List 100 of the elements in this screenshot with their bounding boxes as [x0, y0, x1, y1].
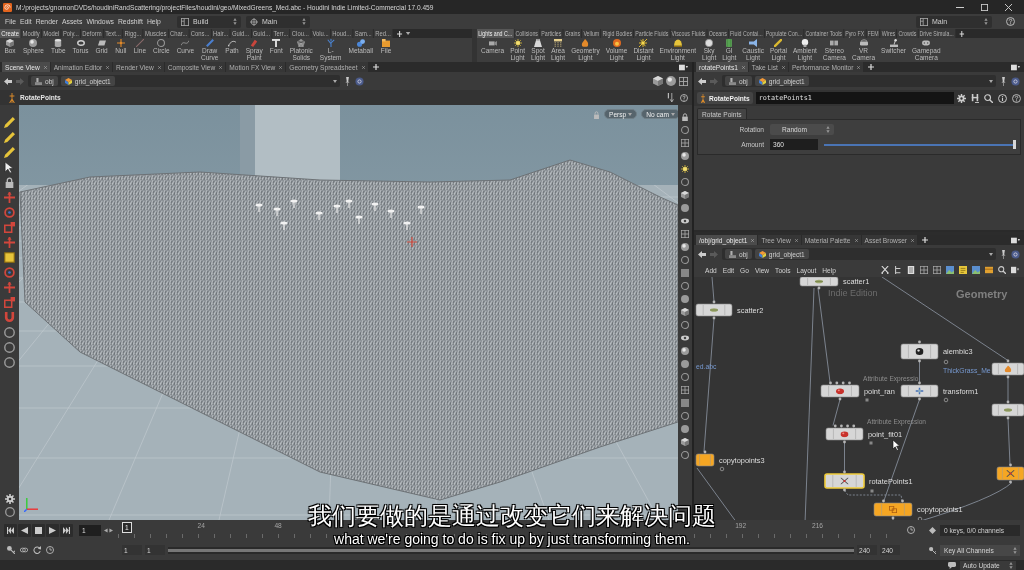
ring-icon[interactable] [4, 342, 15, 353]
clock-icon[interactable] [907, 526, 915, 534]
close-icon[interactable] [106, 65, 110, 69]
sun-icon[interactable] [681, 165, 689, 173]
eye-icon[interactable] [681, 217, 689, 225]
rotate-icon[interactable] [4, 267, 15, 278]
cube-icon[interactable] [681, 191, 689, 199]
plus-icon[interactable] [372, 64, 379, 70]
scissors-icon[interactable] [881, 266, 889, 274]
network-node[interactable] [820, 381, 860, 401]
ring-icon[interactable] [4, 507, 15, 517]
close-icon[interactable] [157, 65, 161, 69]
scale-icon[interactable] [4, 297, 15, 308]
network-node[interactable] [799, 277, 839, 290]
grid-icon[interactable] [681, 230, 689, 238]
close-icon[interactable] [361, 65, 365, 69]
network-node[interactable] [825, 424, 864, 444]
network-node[interactable] [873, 499, 913, 520]
sphere-icon[interactable] [666, 76, 676, 86]
key-icon[interactable] [7, 546, 15, 554]
ring-icon[interactable] [4, 327, 15, 338]
ring-icon[interactable] [681, 282, 689, 290]
clock-icon[interactable] [46, 546, 54, 554]
move-icon[interactable] [4, 192, 15, 203]
stop-icon[interactable] [35, 526, 42, 534]
close-icon[interactable] [279, 65, 283, 69]
speech-icon[interactable] [948, 561, 956, 569]
slider-handle[interactable] [1013, 140, 1016, 149]
slider-track[interactable] [824, 140, 1016, 149]
lock-icon[interactable] [681, 113, 689, 121]
pane-menu-icon[interactable] [1011, 266, 1019, 274]
target-icon[interactable] [1011, 76, 1020, 86]
dot-icon[interactable] [681, 360, 689, 368]
close-icon[interactable] [781, 65, 785, 69]
plus-icon[interactable] [868, 64, 875, 70]
pane-menu-icon[interactable] [1011, 236, 1020, 244]
plus-icon[interactable] [922, 237, 929, 243]
lock-icon[interactable] [4, 177, 15, 188]
target-icon[interactable] [1011, 249, 1020, 259]
network-node[interactable] [900, 381, 939, 401]
cube-icon[interactable] [653, 76, 663, 86]
close-icon[interactable] [794, 238, 798, 242]
minimize-icon[interactable] [956, 6, 964, 8]
ring-icon[interactable] [681, 373, 689, 381]
cube-icon[interactable] [681, 438, 689, 446]
pane-menu-icon[interactable] [1011, 63, 1020, 71]
key-icon[interactable] [929, 546, 936, 554]
move-icon[interactable] [4, 282, 15, 293]
network-node[interactable] [996, 463, 1024, 484]
caret-icon[interactable] [989, 252, 993, 256]
pencil-icon[interactable] [4, 147, 15, 158]
plus-icon[interactable] [959, 30, 964, 37]
sphere-icon[interactable] [681, 243, 689, 251]
step-arrows-icon[interactable] [104, 527, 113, 533]
reverse-play-icon[interactable] [21, 526, 28, 534]
pin-icon[interactable] [344, 76, 351, 86]
scale-icon[interactable] [4, 222, 15, 233]
pane-menu-icon[interactable] [679, 63, 688, 71]
h-shape-icon[interactable] [971, 93, 979, 103]
ring-icon[interactable] [681, 321, 689, 329]
sphere-icon[interactable] [681, 152, 689, 160]
back-arrow-icon[interactable] [4, 77, 12, 85]
skip-end-icon[interactable] [63, 526, 70, 534]
sort-icon[interactable] [667, 93, 675, 102]
grid-icon[interactable] [681, 386, 689, 394]
grid-icon[interactable] [679, 76, 688, 86]
back-arrow-icon[interactable] [698, 250, 706, 258]
plus-icon[interactable] [396, 30, 403, 37]
gear-icon[interactable] [957, 93, 966, 103]
list-icon[interactable] [907, 266, 915, 274]
tree-layout-icon[interactable] [894, 266, 902, 274]
ring-icon[interactable] [681, 126, 689, 134]
arrow-cursor-icon[interactable] [4, 162, 15, 173]
help-icon[interactable] [1006, 17, 1015, 26]
network-node[interactable] [824, 470, 865, 492]
sphere-icon[interactable] [681, 347, 689, 355]
network-node[interactable] [900, 340, 939, 363]
grid-icon[interactable] [933, 266, 941, 274]
cube-icon[interactable] [681, 308, 689, 316]
ring-icon[interactable] [4, 357, 15, 368]
search-icon[interactable] [998, 266, 1006, 274]
gear-icon[interactable] [4, 494, 15, 504]
diamond-icon[interactable] [929, 526, 936, 534]
ring-icon[interactable] [681, 256, 689, 264]
pencil-icon[interactable] [4, 117, 15, 128]
close-icon[interactable] [857, 65, 861, 69]
ring-icon[interactable] [681, 178, 689, 186]
help-icon[interactable] [1012, 93, 1021, 103]
target-icon[interactable] [355, 76, 364, 86]
dot-icon[interactable] [681, 295, 689, 303]
network-node[interactable] [695, 300, 733, 320]
move-icon[interactable] [4, 237, 15, 248]
play-icon[interactable] [49, 526, 56, 534]
loop-icon[interactable] [33, 546, 41, 554]
caret-icon[interactable] [333, 79, 337, 83]
ring-icon[interactable] [681, 412, 689, 420]
pin-icon[interactable] [1000, 76, 1007, 86]
network-node[interactable] [695, 450, 715, 467]
magnet-icon[interactable] [4, 312, 15, 323]
dot-icon[interactable] [681, 204, 689, 212]
